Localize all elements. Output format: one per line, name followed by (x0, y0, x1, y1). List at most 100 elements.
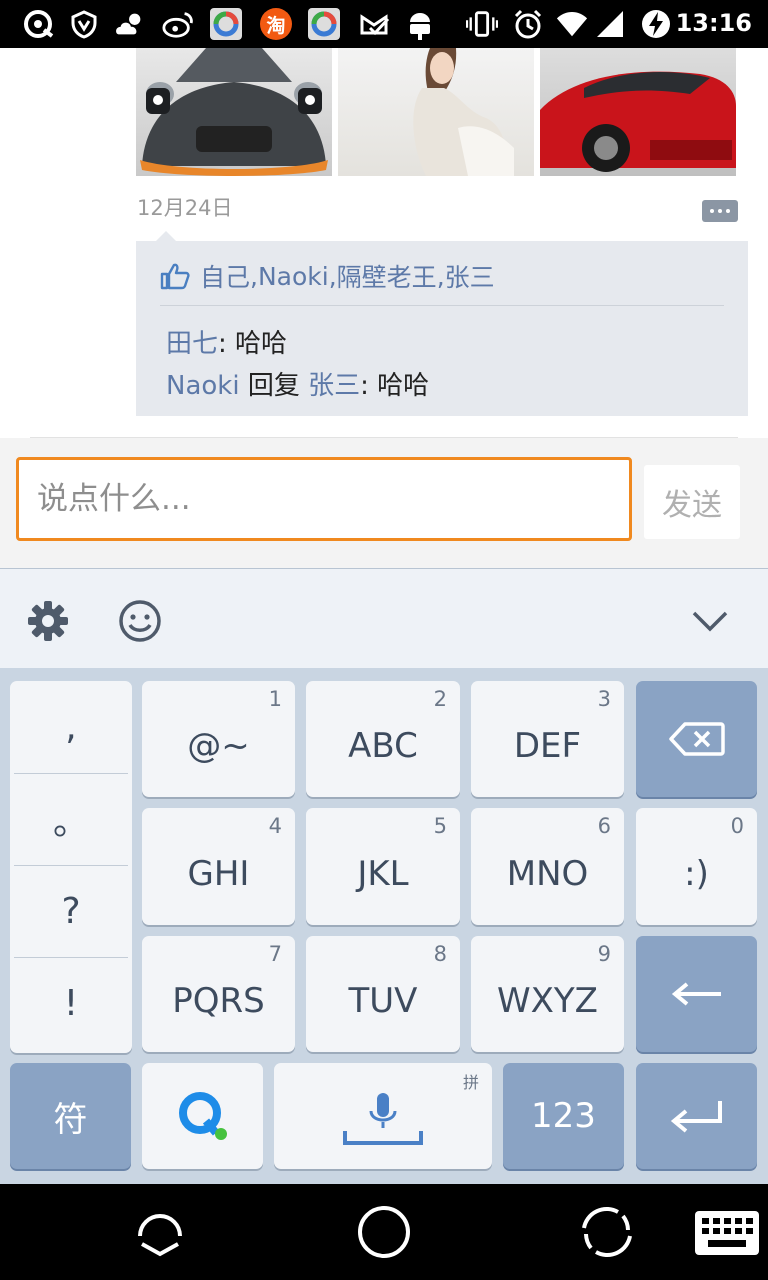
gear-icon[interactable] (26, 599, 70, 647)
comment-colon: : (360, 371, 378, 401)
dot-icon (726, 209, 730, 213)
comment-item[interactable]: 田七: 哈哈 (166, 323, 287, 360)
key-8[interactable]: 8 TUV (306, 936, 460, 1052)
like-user[interactable]: 隔壁老王 (337, 258, 437, 294)
send-button[interactable]: 发送 (644, 465, 740, 539)
symbol-key[interactable]: 符 (10, 1063, 131, 1169)
enter-key[interactable] (636, 1063, 757, 1169)
wifi-icon (556, 8, 588, 40)
key-label: :) (684, 853, 709, 894)
car-photo-red[interactable] (540, 48, 736, 176)
key-number: 0 (730, 814, 744, 838)
chevron-down-icon[interactable] (690, 607, 730, 639)
dot-icon (710, 209, 714, 213)
weibo-icon (162, 8, 194, 40)
dot-icon (718, 209, 722, 213)
comment-author[interactable]: Naoki (166, 371, 240, 401)
like-separator: , (436, 261, 445, 291)
arrow-left-icon (671, 980, 723, 1008)
comment-input-wrapper[interactable] (16, 457, 632, 541)
key-1[interactable]: 1 @~ (142, 681, 295, 797)
key-2[interactable]: 2 ABC (306, 681, 460, 797)
input-mode-label: 拼 (462, 1073, 479, 1092)
signal-icon (594, 8, 626, 40)
taobao-icon: 淘 (260, 8, 292, 40)
key-number: 7 (268, 942, 282, 966)
qq-input-key[interactable] (142, 1063, 263, 1169)
key-label: TUV (348, 981, 418, 1021)
app-store-icon (308, 8, 340, 40)
key-label: ABC (348, 726, 418, 766)
more-options-button[interactable] (702, 200, 738, 222)
enter-icon (670, 1099, 724, 1133)
key-label: 符 (53, 1099, 88, 1140)
key-label: 123 (531, 1096, 596, 1136)
comment-author[interactable]: 田七 (166, 329, 218, 359)
thumbs-up-icon (160, 262, 190, 290)
punct-key[interactable]: ! (10, 957, 132, 1049)
weather-icon (114, 8, 146, 40)
recents-nav-icon[interactable] (578, 1204, 636, 1264)
key-6[interactable]: 6 MNO (471, 808, 624, 925)
status-bar: 淘 13:16 (0, 0, 768, 48)
car-photo-black[interactable] (136, 48, 332, 176)
emoji-icon[interactable] (118, 599, 162, 647)
punct-key[interactable]: , (10, 681, 132, 773)
comment-item[interactable]: Naoki 回复 张三: 哈哈 (166, 365, 429, 402)
key-number: 5 (433, 814, 447, 838)
space-voice-key[interactable]: 拼 (274, 1063, 492, 1169)
qq-input-logo-icon (176, 1089, 230, 1143)
post-date: 12月24日 (137, 196, 233, 220)
punct-key[interactable]: 。 (10, 773, 132, 865)
key-4[interactable]: 4 GHI (142, 808, 295, 925)
key-number: 9 (597, 942, 611, 966)
key-label: JKL (357, 853, 409, 894)
key-label: DEF (513, 726, 582, 766)
like-user[interactable]: Naoki (258, 262, 329, 291)
comment-input[interactable] (37, 472, 597, 526)
key-label: MNO (506, 853, 589, 894)
comment-text: 哈哈 (377, 371, 430, 401)
back-arrow-key[interactable] (636, 936, 757, 1052)
divider (160, 305, 724, 306)
key-3[interactable]: 3 DEF (471, 681, 624, 797)
key-number: 8 (433, 942, 447, 966)
back-nav-icon[interactable] (132, 1204, 188, 1264)
punctuation-column[interactable]: , 。 ? ! (10, 681, 132, 1053)
mail-check-icon (358, 8, 390, 40)
like-separator: , (328, 261, 337, 291)
reply-word: 回复 (247, 371, 300, 401)
app-store-icon (210, 8, 242, 40)
reply-target[interactable]: 张三 (308, 371, 360, 401)
shield-icon (68, 8, 100, 40)
likes-row: 自己, Naoki, 隔壁老王, 张三 (160, 259, 495, 293)
backspace-key[interactable] (636, 681, 757, 797)
like-user[interactable]: 张三 (445, 258, 495, 294)
clock: 13:16 (675, 9, 752, 37)
punct-key[interactable]: ? (10, 865, 132, 957)
comment-text: 哈哈 (235, 329, 288, 359)
qq-browser-icon (22, 8, 54, 40)
key-0[interactable]: 0 :) (636, 808, 757, 925)
key-5[interactable]: 5 JKL (306, 808, 460, 925)
alarm-icon (512, 8, 544, 40)
android-icon (404, 8, 436, 40)
microphone-icon (343, 1091, 423, 1147)
key-number: 4 (268, 814, 282, 838)
backspace-icon (668, 722, 725, 756)
vibrate-icon (466, 8, 498, 40)
numeric-key[interactable]: 123 (503, 1063, 624, 1169)
key-7[interactable]: 7 PQRS (142, 936, 295, 1052)
key-label: GHI (187, 853, 250, 894)
keyboard-switch-icon[interactable] (694, 1210, 760, 1260)
key-label: WXYZ (497, 981, 598, 1021)
key-label: PQRS (172, 981, 265, 1021)
home-nav-icon[interactable] (356, 1204, 412, 1264)
key-number: 1 (268, 687, 282, 711)
girl-photo[interactable] (338, 48, 534, 176)
key-number: 6 (597, 814, 611, 838)
navigation-bar (0, 1184, 768, 1280)
like-user[interactable]: 自己 (200, 258, 250, 294)
likes-comments-box: 自己, Naoki, 隔壁老王, 张三 田七: 哈哈 Naoki 回复 张三: 哈哈 (136, 231, 748, 416)
key-9[interactable]: 9 WXYZ (471, 936, 624, 1052)
